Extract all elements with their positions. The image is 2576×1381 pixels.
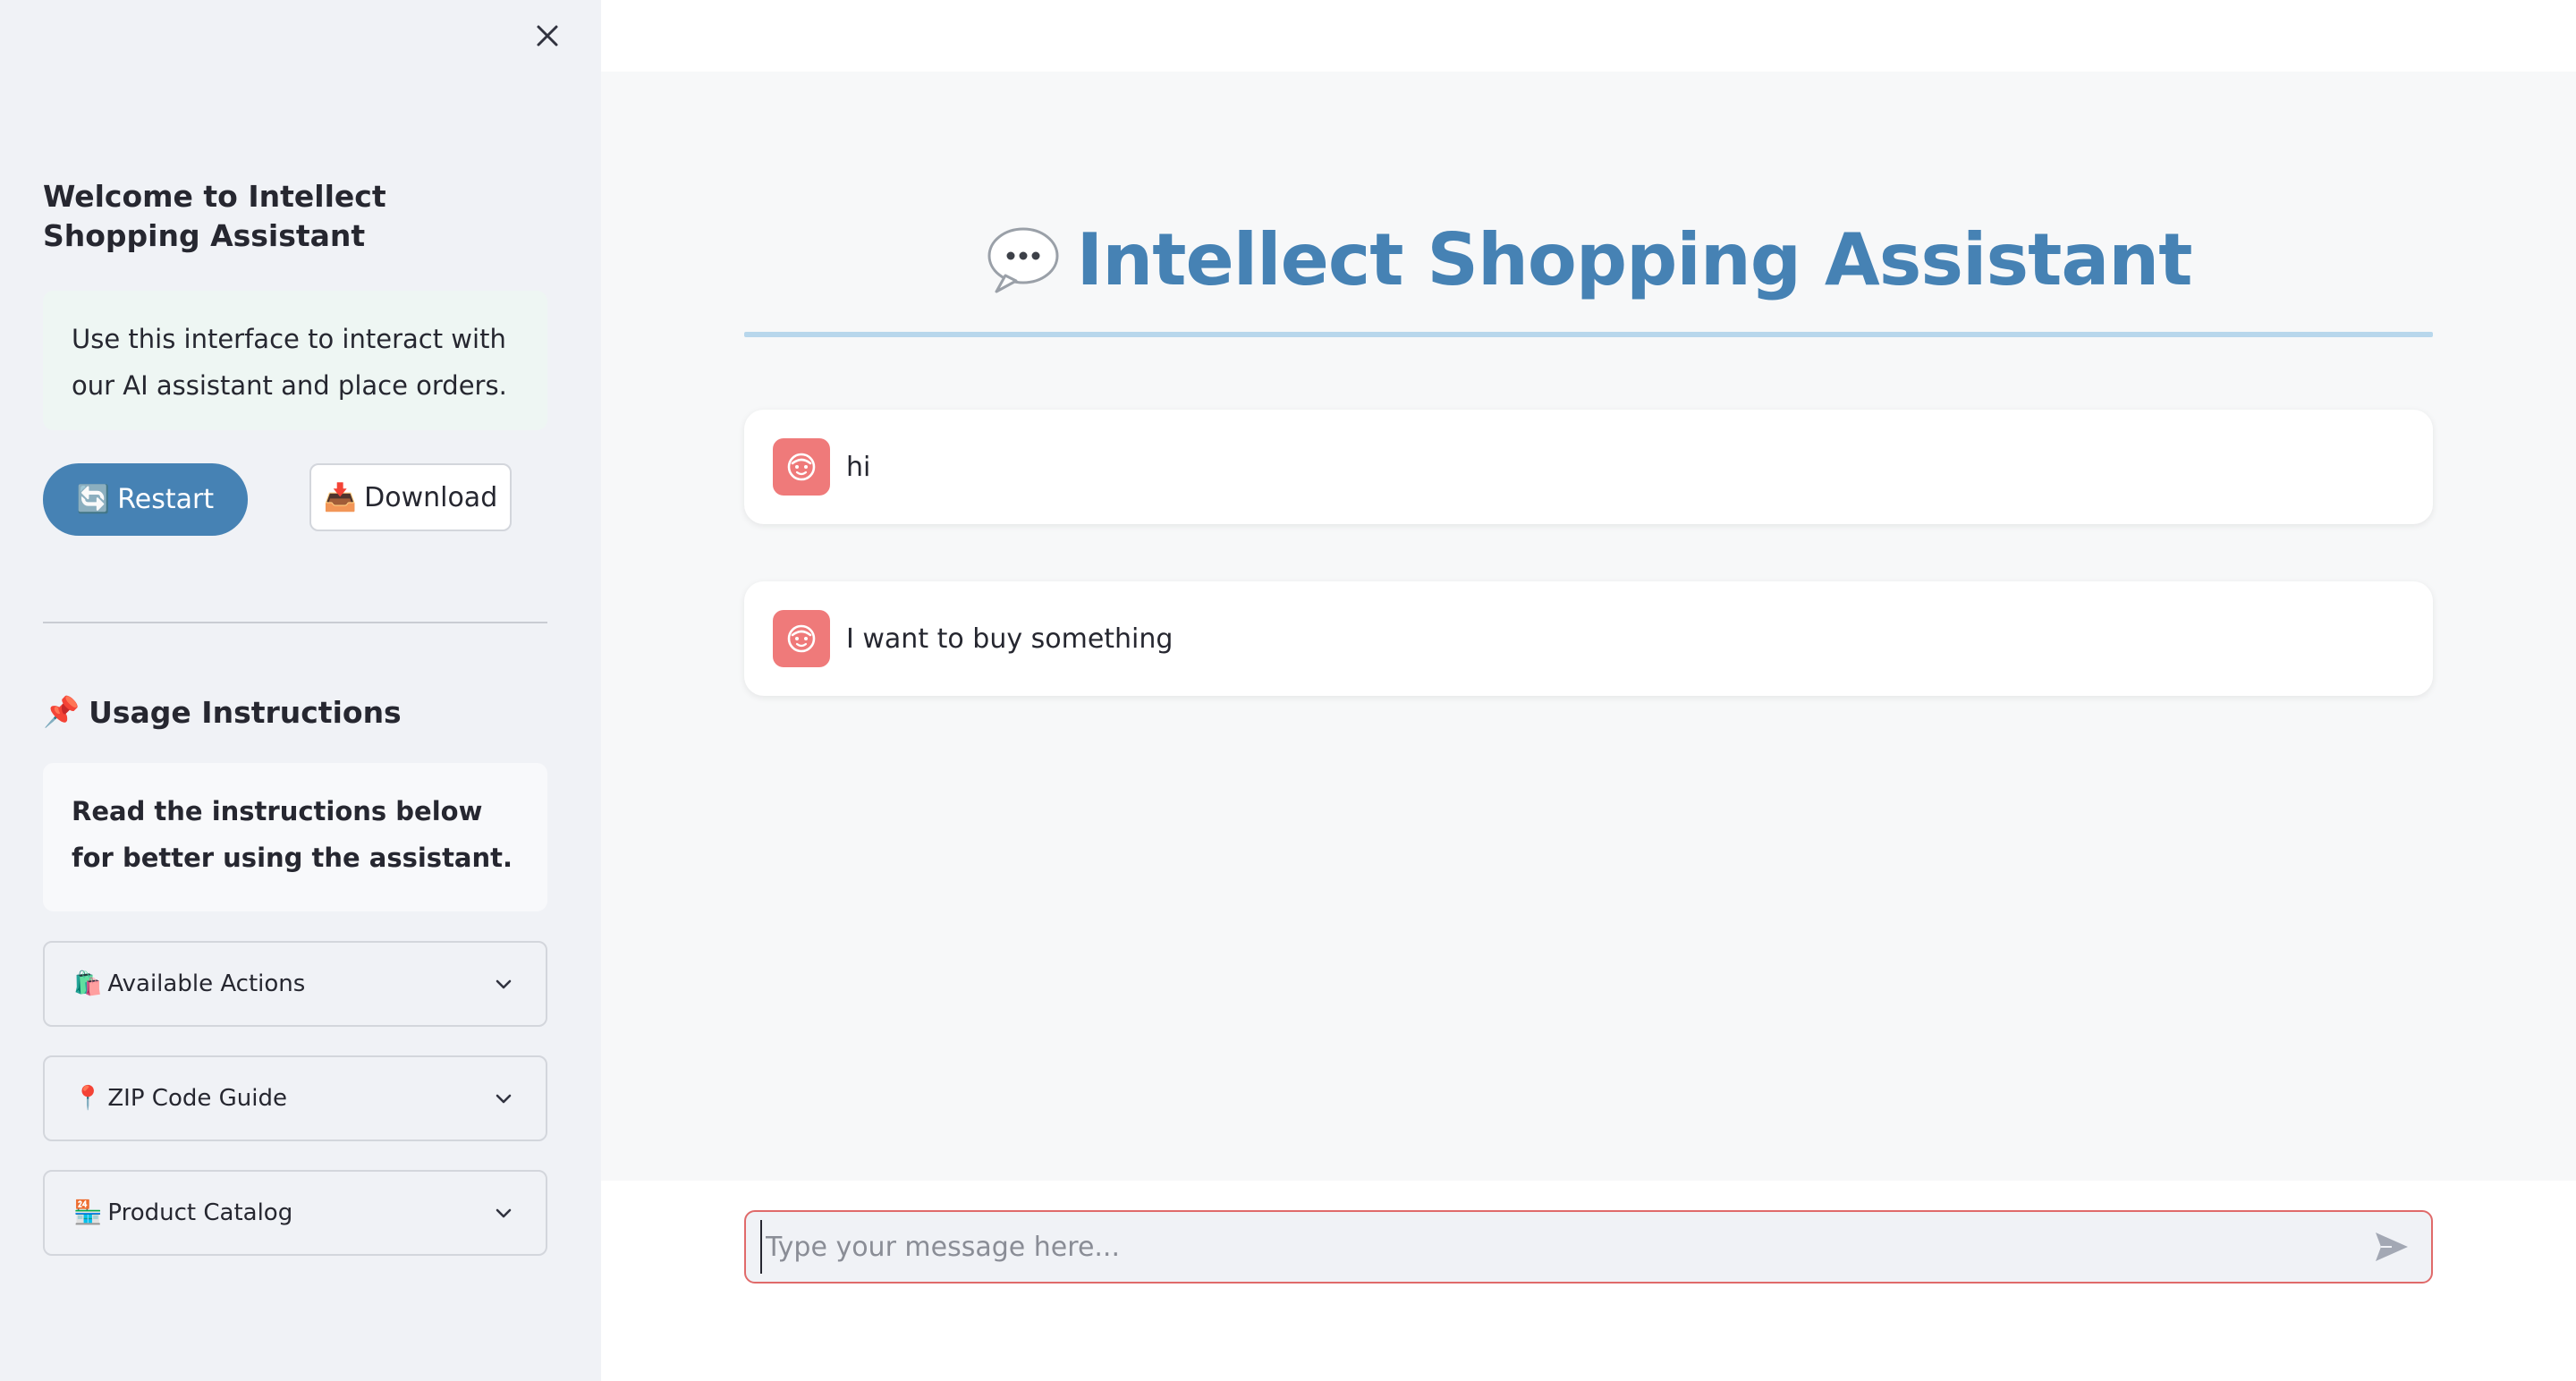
expander-zip-code-guide[interactable]: 📍 ZIP Code Guide xyxy=(43,1055,547,1141)
user-avatar xyxy=(773,610,830,667)
user-avatar xyxy=(773,438,830,496)
usage-text: Read the instructions below for better u… xyxy=(72,796,513,873)
expander-label: ZIP Code Guide xyxy=(107,1085,287,1112)
sidebar: Welcome to Intellect Shopping Assistant … xyxy=(0,0,601,1381)
title-divider xyxy=(744,332,2433,337)
close-sidebar-button[interactable] xyxy=(530,18,565,54)
restart-icon: 🔄 xyxy=(76,484,111,515)
pin-icon: 📍 xyxy=(73,1085,103,1112)
chat-input-container xyxy=(744,1210,2433,1284)
download-icon: 📥 xyxy=(323,481,358,513)
restart-button[interactable]: 🔄 Restart xyxy=(43,463,248,536)
expander-header: 🏪 Product Catalog xyxy=(73,1199,292,1226)
expander-header: 🛍️ Available Actions xyxy=(73,970,305,997)
chevron-down-icon xyxy=(496,1208,512,1218)
chevron-down-icon xyxy=(496,979,512,989)
page-title: Intellect Shopping Assistant xyxy=(744,215,2433,304)
expander-header: 📍 ZIP Code Guide xyxy=(73,1085,287,1112)
app-root: Welcome to Intellect Shopping Assistant … xyxy=(0,0,2576,1381)
info-text: Use this interface to interact with our … xyxy=(72,324,507,401)
pushpin-icon: 📌 xyxy=(43,694,80,729)
main-area: Intellect Shopping Assistant hi I want t… xyxy=(601,0,2576,1381)
shopping-bags-icon: 🛍️ xyxy=(73,970,103,997)
expander-label: Product Catalog xyxy=(107,1199,293,1226)
expander-available-actions[interactable]: 🛍️ Available Actions xyxy=(43,941,547,1027)
sidebar-divider xyxy=(43,622,547,623)
message-text: I want to buy something xyxy=(846,623,1174,655)
chat-input[interactable] xyxy=(760,1220,2370,1274)
download-button[interactable]: 📥 Download xyxy=(309,463,512,531)
send-icon xyxy=(2376,1233,2408,1261)
usage-heading-label: Usage Instructions xyxy=(89,694,402,730)
chat-message: I want to buy something xyxy=(744,581,2433,696)
download-label: Download xyxy=(364,481,498,513)
sidebar-heading: Welcome to Intellect Shopping Assistant xyxy=(43,179,386,253)
restart-label: Restart xyxy=(117,484,215,515)
page-title-text: Intellect Shopping Assistant xyxy=(1076,217,2193,301)
close-icon xyxy=(537,25,558,47)
user-face-icon xyxy=(787,624,816,653)
expander-label: Available Actions xyxy=(107,970,306,997)
send-button[interactable] xyxy=(2370,1225,2413,1268)
chevron-down-icon xyxy=(496,1094,512,1104)
chat-message: hi xyxy=(744,410,2433,524)
usage-box: Read the instructions below for better u… xyxy=(43,763,547,911)
info-box: Use this interface to interact with our … xyxy=(43,291,547,430)
store-icon: 🏪 xyxy=(73,1199,103,1226)
message-text: hi xyxy=(846,451,871,483)
user-face-icon xyxy=(787,453,816,481)
usage-heading: 📌 Usage Instructions xyxy=(43,694,402,730)
expander-product-catalog[interactable]: 🏪 Product Catalog xyxy=(43,1170,547,1256)
speech-bubble-icon xyxy=(987,227,1058,293)
